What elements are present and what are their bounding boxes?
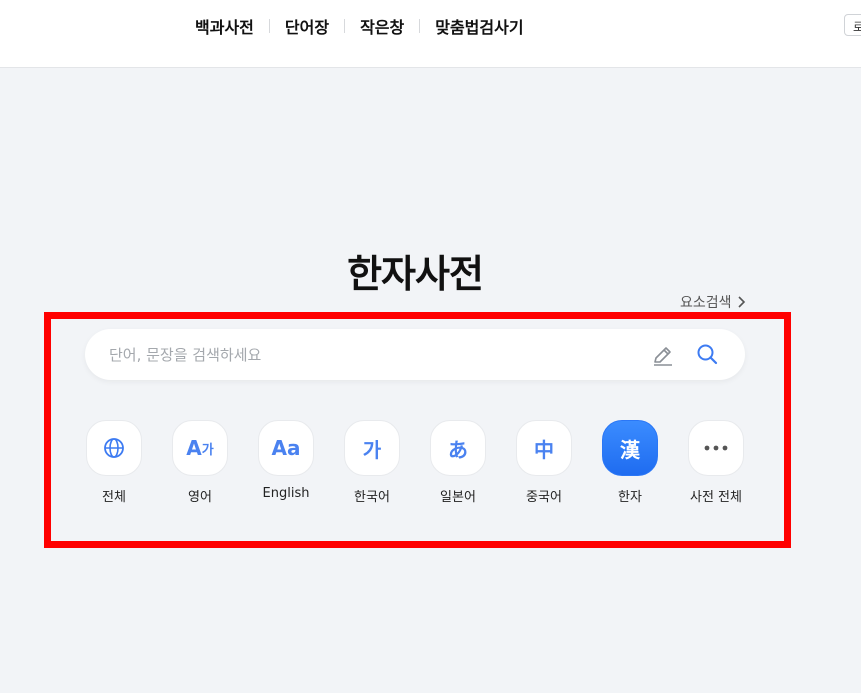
dictionary-list: 전체 A가 영어 Aa English 가 한국어 あ 일본어 中 중국어 漢 bbox=[86, 420, 774, 505]
dict-item-hanja[interactable]: 漢 한자 bbox=[602, 420, 688, 505]
globe-icon bbox=[86, 420, 142, 476]
dict-label: 중국어 bbox=[526, 490, 562, 505]
dict-label: 한자 bbox=[618, 490, 642, 505]
icon-glyph: 漢 bbox=[620, 437, 640, 462]
dict-label: 사전 전체 bbox=[690, 490, 742, 505]
chinese-icon: 中 bbox=[516, 420, 572, 476]
dict-label: 일본어 bbox=[440, 490, 476, 505]
search-input[interactable] bbox=[109, 344, 609, 366]
aa-icon: Aa bbox=[258, 420, 314, 476]
more-icon bbox=[688, 420, 744, 476]
nav-encyclopedia[interactable]: 백과사전 bbox=[180, 14, 269, 38]
icon-glyph: 가 bbox=[362, 437, 382, 462]
dict-item-japanese[interactable]: あ 일본어 bbox=[430, 420, 516, 505]
element-search-label: 요소검색 bbox=[680, 295, 732, 311]
dict-label: 한국어 bbox=[354, 490, 390, 505]
icon-glyph: あ bbox=[448, 437, 468, 462]
dict-item-chinese[interactable]: 中 중국어 bbox=[516, 420, 602, 505]
hangul-icon: 가 bbox=[344, 420, 400, 476]
hanja-icon: 漢 bbox=[602, 420, 658, 476]
chevron-right-icon bbox=[737, 296, 745, 308]
dict-item-english-korean[interactable]: A가 영어 bbox=[172, 420, 258, 505]
handwriting-pen-icon[interactable] bbox=[651, 343, 675, 367]
dict-item-all-dictionaries[interactable]: 사전 전체 bbox=[688, 420, 774, 505]
icon-glyph: 中 bbox=[534, 437, 554, 462]
dict-item-english[interactable]: Aa English bbox=[258, 420, 344, 505]
search-bar bbox=[85, 329, 745, 380]
dict-item-all[interactable]: 전체 bbox=[86, 420, 172, 505]
top-nav: 백과사전 단어장 작은창 맞춤법검사기 bbox=[180, 14, 539, 38]
login-button[interactable]: 로 bbox=[844, 14, 861, 36]
nav-mini-window[interactable]: 작은창 bbox=[345, 14, 419, 38]
dict-item-korean[interactable]: 가 한국어 bbox=[344, 420, 430, 505]
english-ko-icon: A가 bbox=[172, 420, 228, 476]
hiragana-icon: あ bbox=[430, 420, 486, 476]
icon-glyph-small: 가 bbox=[201, 442, 214, 458]
icon-glyph: A bbox=[186, 436, 202, 460]
nav-wordbook[interactable]: 단어장 bbox=[270, 14, 344, 38]
search-icon[interactable] bbox=[695, 342, 719, 366]
dict-label: English bbox=[262, 486, 310, 501]
page-title: 한자사전 bbox=[347, 252, 484, 296]
nav-spell-checker[interactable]: 맞춤법검사기 bbox=[420, 14, 538, 38]
element-search-link[interactable]: 요소검색 bbox=[680, 292, 746, 312]
dict-label: 영어 bbox=[188, 490, 212, 505]
icon-glyph: Aa bbox=[271, 436, 301, 460]
dict-label: 전체 bbox=[102, 490, 126, 505]
top-bar: 백과사전 단어장 작은창 맞춤법검사기 로 bbox=[0, 0, 861, 68]
